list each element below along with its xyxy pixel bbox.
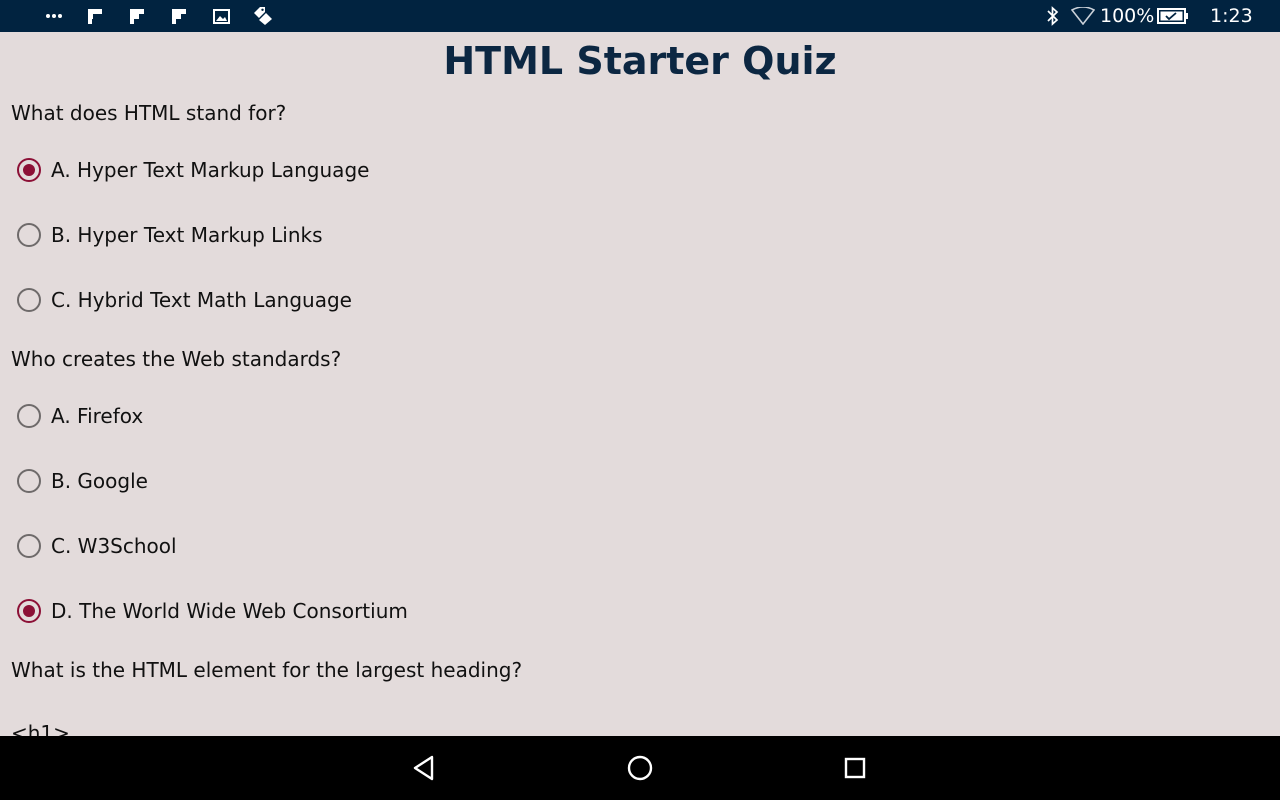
clock: 1:23 [1210,5,1253,27]
radio-button[interactable] [17,288,41,312]
flipboard-icon [170,0,188,32]
battery-icon [1156,0,1190,32]
answer-label: A. Firefox [51,404,144,428]
answer-label: A. Hyper Text Markup Language [51,158,370,182]
navigation-bar [0,736,1280,800]
tag-icon [252,0,274,32]
answer-option[interactable]: B. Google [17,463,148,499]
answer-label: D. The World Wide Web Consortium [51,599,408,623]
question-text: What does HTML stand for? [11,101,287,125]
answer-label: C. Hybrid Text Math Language [51,288,352,312]
answer-option[interactable]: A. Hyper Text Markup Language [17,152,369,188]
answer-option[interactable]: B. Hyper Text Markup Links [17,217,323,253]
question-text: What is the HTML element for the largest… [11,658,523,682]
answer-option[interactable]: D. The World Wide Web Consortium [17,593,408,629]
status-bar: 100% 1:23 [0,0,1280,32]
bluetooth-icon [1044,0,1062,32]
image-icon [211,0,231,32]
more-icon [42,0,66,32]
back-icon[interactable] [404,748,444,788]
answer-label[interactable]: <h1> [11,720,70,736]
recents-icon[interactable] [835,748,875,788]
wifi-icon [1070,0,1096,32]
home-icon[interactable] [620,748,660,788]
radio-button-selected[interactable] [17,158,41,182]
radio-button[interactable] [17,404,41,428]
question-text: Who creates the Web standards? [11,347,342,371]
radio-button[interactable] [17,469,41,493]
answer-label: C. W3School [51,534,177,558]
answer-label: B. Google [51,469,148,493]
flipboard-icon [86,0,104,32]
radio-button-selected[interactable] [17,599,41,623]
quiz-page: HTML Starter Quiz What does HTML stand f… [0,32,1280,736]
radio-button[interactable] [17,223,41,247]
page-title: HTML Starter Quiz [443,39,837,83]
answer-option[interactable]: C. W3School [17,528,177,564]
flipboard-icon [128,0,146,32]
radio-button[interactable] [17,534,41,558]
battery-percent: 100% [1100,5,1155,27]
answer-option[interactable]: A. Firefox [17,398,143,434]
answer-option[interactable]: C. Hybrid Text Math Language [17,282,352,318]
answer-label: B. Hyper Text Markup Links [51,223,323,247]
